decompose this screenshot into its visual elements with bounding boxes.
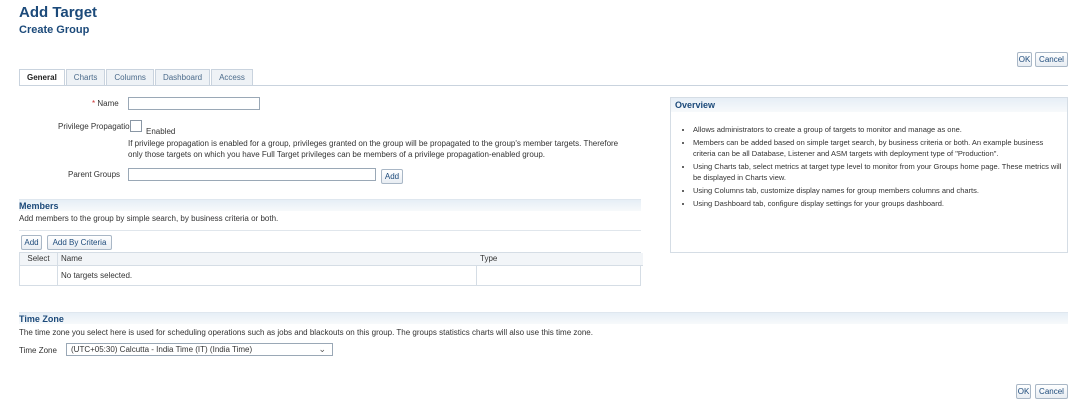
table-col-divider-2	[476, 265, 477, 285]
overview-item: Using Columns tab, customize display nam…	[693, 185, 1063, 196]
tab-access[interactable]: Access	[211, 69, 253, 85]
page-title: Add Target	[19, 4, 98, 21]
name-label: * Name	[92, 99, 119, 108]
parent-groups-input[interactable]	[128, 168, 376, 181]
add-member-button[interactable]: Add	[21, 235, 42, 250]
privilege-help-line-1: If privilege propagation is enabled for …	[128, 139, 619, 148]
page-subtitle: Create Group	[19, 24, 90, 36]
overview-list: Allows administrators to create a group …	[681, 124, 1063, 211]
privilege-enabled-label: Enabled	[146, 127, 176, 136]
privilege-help-line-2: only those targets on which you have Ful…	[128, 150, 545, 159]
privilege-propagation-checkbox[interactable]	[130, 120, 142, 132]
timezone-description: The time zone you select here is used fo…	[19, 328, 593, 337]
cancel-button-bottom[interactable]: Cancel	[1035, 384, 1068, 399]
name-label-text: Name	[97, 99, 119, 108]
ok-button-bottom[interactable]: OK	[1016, 384, 1031, 399]
ok-button-top[interactable]: OK	[1017, 52, 1032, 67]
privilege-propagation-label: Privilege Propagation	[58, 122, 135, 131]
cancel-button-top[interactable]: Cancel	[1035, 52, 1068, 67]
members-section-bar: Members	[19, 199, 641, 211]
overview-item: Allows administrators to create a group …	[693, 124, 1063, 135]
parent-groups-label: Parent Groups	[68, 170, 121, 179]
column-name[interactable]: Name	[58, 253, 480, 266]
timezone-label: Time Zone	[19, 346, 57, 355]
empty-table-message: No targets selected.	[61, 271, 133, 280]
column-type[interactable]: Type	[477, 253, 643, 266]
overview-header: Overview	[671, 98, 1067, 112]
members-table: Select Name Type No targets selected.	[19, 252, 643, 286]
add-by-criteria-button[interactable]: Add By Criteria	[47, 235, 112, 250]
tab-bar: General Charts Columns Dashboard Access	[19, 69, 254, 86]
tab-charts[interactable]: Charts	[65, 69, 106, 85]
members-title: Members	[19, 201, 59, 211]
tab-columns[interactable]: Columns	[106, 69, 154, 85]
overview-title: Overview	[675, 100, 716, 110]
column-select[interactable]: Select	[20, 253, 58, 266]
members-divider	[19, 230, 641, 231]
timezone-section-bar: Time Zone	[19, 312, 1068, 324]
tab-general[interactable]: General	[19, 69, 65, 86]
overview-item: Using Charts tab, select metrics at targ…	[693, 161, 1063, 183]
overview-item: Using Dashboard tab, configure display s…	[693, 198, 1063, 209]
overview-item: Members can be added based on simple tar…	[693, 137, 1063, 159]
tab-divider	[19, 85, 1068, 86]
parent-groups-add-button[interactable]: Add	[381, 169, 403, 184]
timezone-title: Time Zone	[19, 314, 64, 324]
table-col-divider-1	[57, 265, 58, 285]
timezone-selected-value: (UTC+05:30) Calcutta - India Time (IT) (…	[71, 345, 253, 354]
overview-panel: Overview Allows administrators to create…	[670, 97, 1068, 253]
members-description: Add members to the group by simple searc…	[19, 214, 279, 223]
tab-dashboard[interactable]: Dashboard	[154, 69, 211, 85]
name-input[interactable]	[128, 97, 260, 110]
timezone-select[interactable]: (UTC+05:30) Calcutta - India Time (IT) (…	[66, 343, 333, 356]
chevron-down-icon: ⌄	[318, 344, 326, 354]
required-marker: *	[92, 99, 96, 108]
